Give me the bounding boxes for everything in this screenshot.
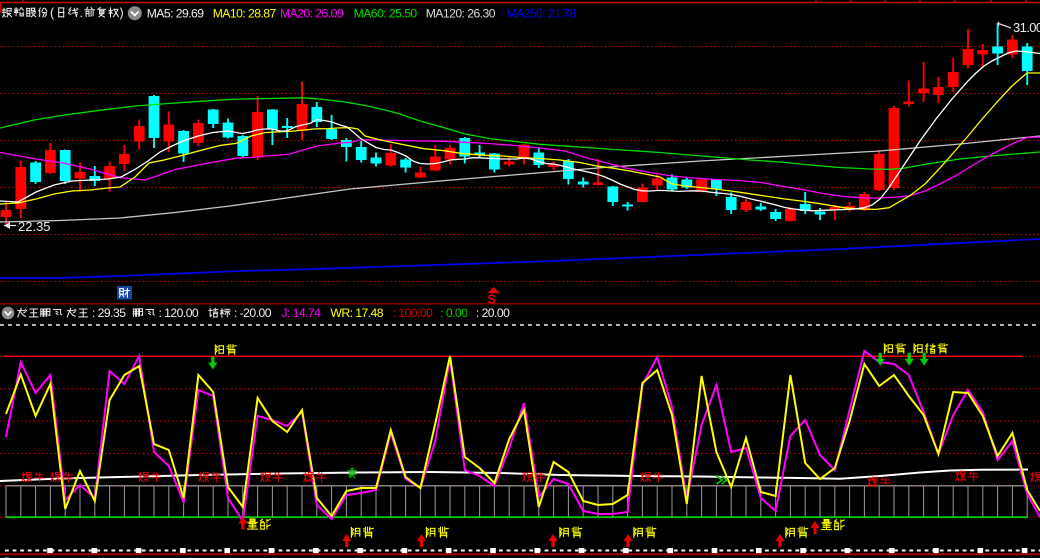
svg-text:: 100.00: : 100.00 [393, 306, 433, 320]
svg-text:MA10: 28.87: MA10: 28.87 [213, 7, 277, 21]
svg-text:J: 14.74: J: 14.74 [281, 306, 321, 320]
svg-text:MA60: 25.50: MA60: 25.50 [354, 7, 418, 21]
svg-text:): ) [120, 6, 124, 20]
svg-text:: 0.00: : 0.00 [440, 306, 468, 320]
svg-text:WR: 17.48: WR: 17.48 [330, 306, 383, 320]
svg-text:.: . [80, 6, 83, 20]
svg-text:: 29.35: : 29.35 [92, 306, 126, 320]
svg-text:22.35: 22.35 [18, 219, 51, 234]
svg-text:MA20: 26.09: MA20: 26.09 [280, 7, 344, 21]
svg-text:: -20.00: : -20.00 [234, 306, 272, 320]
svg-text:MA5: 29.69: MA5: 29.69 [147, 7, 205, 21]
svg-text:31.00: 31.00 [1013, 20, 1040, 35]
svg-text:: 20.00: : 20.00 [476, 306, 510, 320]
svg-text:: 120.00: : 120.00 [159, 306, 199, 320]
svg-text:MA120: 26.30: MA120: 26.30 [426, 7, 496, 21]
svg-text:MA250: 21.78: MA250: 21.78 [506, 7, 576, 21]
